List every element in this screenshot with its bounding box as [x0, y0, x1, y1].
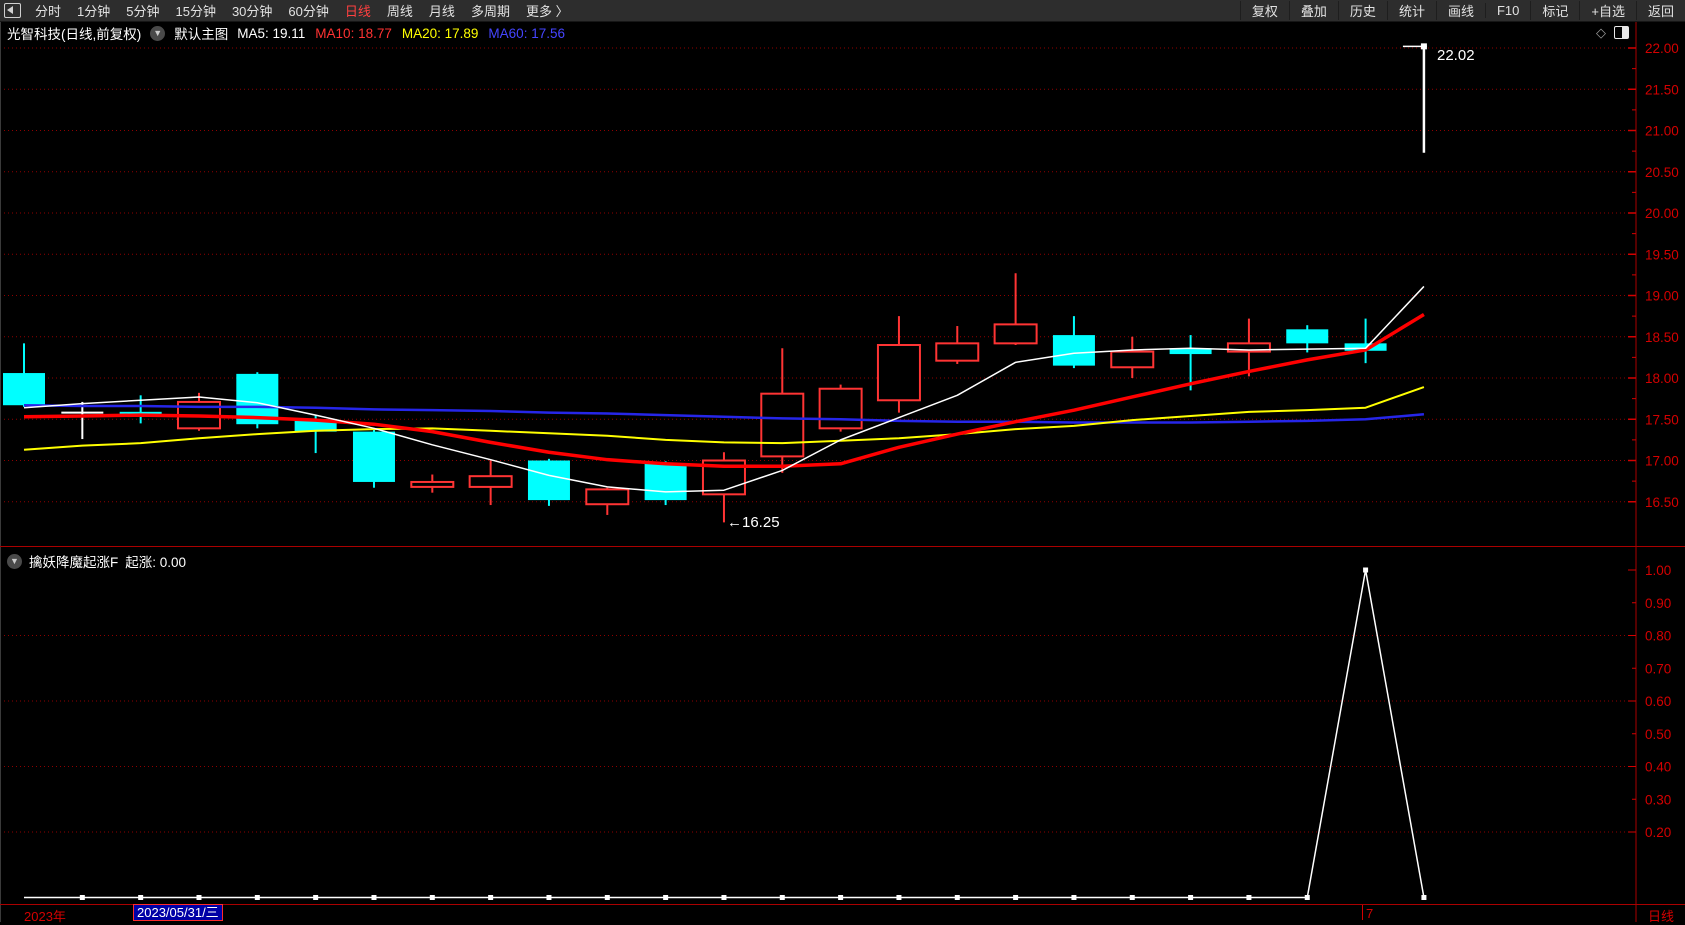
price-axis-label: 17.50 — [1645, 412, 1679, 427]
tool-item-6[interactable]: 标记 — [1530, 1, 1579, 20]
chart-title-row: 光智科技(日线,前复权) ▼ 默认主图 MA5: 19.11 MA10: 18.7… — [7, 23, 565, 43]
indicator-axis-label: 0.70 — [1645, 661, 1671, 676]
ma-legend: MA5: 19.11 MA10: 18.77 MA20: 17.89 MA60: 17… — [237, 26, 565, 41]
price-axis-label: 17.00 — [1645, 454, 1679, 469]
price-axis-label: 18.00 — [1645, 371, 1679, 386]
selected-date-box[interactable]: 2023/05/31/三 — [133, 904, 223, 921]
chart-svg[interactable]: 22.00 21.50 21.00 20.50 20.00 19.50 19.00 18.50… — [0, 0, 1685, 922]
layout-panel-icon[interactable] — [1614, 26, 1629, 39]
price-axis-label: 22.00 — [1645, 41, 1679, 56]
tool-item-2[interactable]: 历史 — [1337, 1, 1387, 20]
axis-year-label: 2023年 — [24, 909, 66, 924]
high-price-annotation: 22.02 — [1437, 47, 1475, 64]
axis-month-label: 7 — [1366, 906, 1374, 921]
price-axis-label: 20.50 — [1645, 165, 1679, 180]
indicator-axis-label: 0.40 — [1645, 760, 1671, 775]
indicator-axis-label: 0.80 — [1645, 629, 1671, 644]
menu-item-4[interactable]: 30分钟 — [224, 1, 280, 20]
price-axis-label: 20.00 — [1645, 206, 1679, 221]
gridlines — [0, 47, 1635, 833]
indicator-axis-label: 0.20 — [1645, 825, 1671, 840]
chevron-down-icon[interactable]: ▼ — [150, 25, 166, 41]
menu-item-9[interactable]: 多周期 — [463, 1, 518, 20]
indicator-axis-label: 0.30 — [1645, 792, 1671, 807]
tool-item-3[interactable]: 统计 — [1386, 1, 1436, 20]
indicator-axis-label: 0.50 — [1645, 727, 1671, 742]
indicator-chevron-icon[interactable]: ▼ — [7, 553, 22, 569]
price-axis-label: 18.50 — [1645, 330, 1679, 345]
indicator-label-row: ▼ 擒妖降魔起涨F 起涨: 0.00 — [7, 551, 186, 571]
ma-line-ma10 — [23, 312, 1425, 469]
menu-item-1[interactable]: 1分钟 — [69, 1, 118, 20]
diamond-icon[interactable]: ◇ — [1596, 26, 1606, 39]
symbol-title: 光智科技(日线,前复权) — [7, 27, 142, 42]
menu-item-8[interactable]: 月线 — [421, 1, 463, 20]
menu-item-0[interactable]: 分时 — [27, 1, 69, 20]
indicator-value: 起涨: 0.00 — [125, 555, 187, 570]
indicator-axis-label: 1.00 — [1645, 563, 1671, 578]
corner-icons: ◇ — [1596, 26, 1629, 39]
price-axis-label: 19.00 — [1645, 289, 1679, 304]
indicator-axis-label: 0.90 — [1645, 596, 1671, 611]
price-axis-label: 21.00 — [1645, 124, 1679, 139]
period-menu: 分时 1分钟 5分钟 15分钟 30分钟 60分钟 日线 周线 月线 多周期 更多 〉 — [27, 1, 577, 20]
ma-value-3: MA60: 17.56 — [488, 25, 565, 41]
tool-item-0[interactable]: 复权 — [1239, 1, 1289, 20]
annotations: 22.02 ←16.25 — [727, 47, 1475, 531]
menu-item-2[interactable]: 5分钟 — [118, 1, 167, 20]
tool-item-5[interactable]: F10 — [1484, 3, 1530, 18]
tool-item-8[interactable]: 返回 — [1635, 1, 1685, 20]
tool-item-4[interactable]: 画线 — [1435, 1, 1485, 20]
ma-value-1: MA10: 18.77 — [315, 25, 392, 41]
axis-period-label: 日线 — [1647, 909, 1674, 924]
app-icon — [4, 3, 21, 18]
price-axis-label: 21.50 — [1645, 82, 1679, 97]
ma-value-2: MA20: 17.89 — [401, 25, 479, 41]
panel-borders — [0, 21, 1685, 922]
tool-menu: 复权 叠加 历史 统计 画线 F10 标记 +自选 返回 — [1239, 1, 1685, 20]
indicator-line — [24, 567, 1427, 900]
ma-value-0: MA5: 19.11 — [237, 25, 306, 41]
indicator-axis-label: 0.60 — [1645, 694, 1671, 709]
low-price-annotation: ←16.25 — [727, 514, 780, 531]
menu-item-6[interactable]: 日线 — [337, 1, 379, 20]
candles — [3, 43, 1427, 523]
trading-app-window: { "menu": { "items": ["分时","1分钟","5分钟","… — [0, 0, 1685, 924]
tool-item-1[interactable]: 叠加 — [1288, 1, 1338, 20]
indicator-name[interactable]: 擒妖降魔起涨F — [29, 551, 118, 571]
menu-item-7[interactable]: 周线 — [379, 1, 421, 20]
price-axis-label: 19.50 — [1645, 247, 1679, 262]
main-chart-label[interactable]: 默认主图 — [174, 23, 228, 43]
tool-item-7[interactable]: +自选 — [1579, 1, 1636, 20]
price-axis-label: 16.50 — [1645, 495, 1679, 510]
menu-item-3[interactable]: 15分钟 — [167, 1, 223, 20]
top-menu-bar: 分时 1分钟 5分钟 15分钟 30分钟 60分钟 日线 周线 月线 多周期 更多 〉 复权 叠加 历史… — [0, 0, 1685, 22]
indicator-axis: 1.00 0.90 0.80 0.70 0.60 0.50 0.40 0.30 0.20 — [1628, 563, 1671, 840]
menu-item-10[interactable]: 更多 〉 — [518, 1, 577, 20]
menu-item-5[interactable]: 60分钟 — [280, 1, 336, 20]
